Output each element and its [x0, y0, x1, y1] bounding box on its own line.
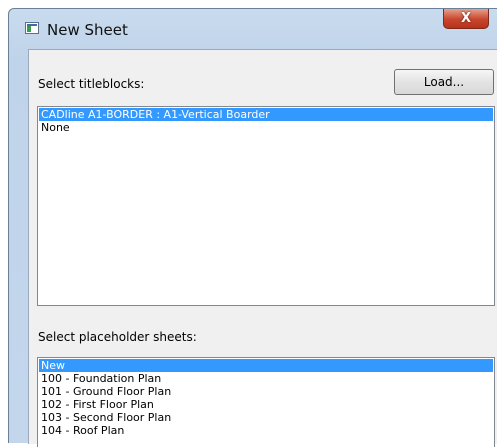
new-sheet-dialog: New Sheet X Select titleblocks: Load... …	[8, 8, 497, 447]
dialog-body: Select titleblocks: Load... CADline A1-B…	[28, 49, 497, 447]
placeholder-item[interactable]: 104 - Roof Plan	[39, 424, 493, 437]
titleblock-item[interactable]: None	[39, 121, 493, 134]
close-button[interactable]: X	[443, 9, 489, 29]
placeholder-item[interactable]: New	[39, 359, 493, 372]
placeholder-item[interactable]: 103 - Second Floor Plan	[39, 411, 493, 424]
placeholder-sheets-label: Select placeholder sheets:	[38, 330, 197, 344]
sheet-app-icon	[25, 22, 39, 34]
placeholder-item[interactable]: 100 - Foundation Plan	[39, 372, 493, 385]
load-button[interactable]: Load...	[394, 69, 494, 95]
titleblocks-list[interactable]: CADline A1-BORDER : A1-Vertical Boarder …	[37, 106, 495, 306]
titleblocks-label: Select titleblocks:	[38, 77, 145, 91]
placeholder-item[interactable]: 101 - Ground Floor Plan	[39, 385, 493, 398]
titleblock-item[interactable]: CADline A1-BORDER : A1-Vertical Boarder	[39, 108, 493, 121]
title-bar[interactable]: New Sheet X	[9, 9, 497, 41]
placeholder-sheets-list[interactable]: New 100 - Foundation Plan 101 - Ground F…	[37, 357, 495, 447]
placeholder-item[interactable]: 102 - First Floor Plan	[39, 398, 493, 411]
window-title: New Sheet	[47, 21, 128, 39]
